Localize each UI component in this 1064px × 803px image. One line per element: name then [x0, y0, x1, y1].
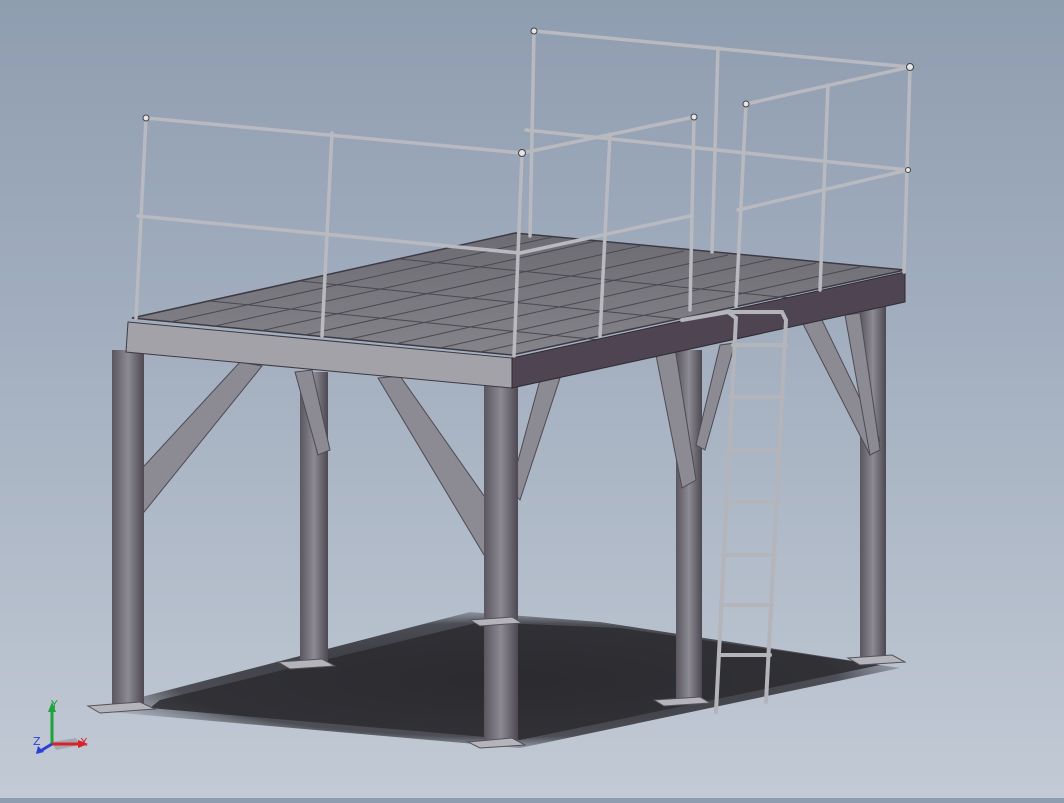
x-axis-label: X — [80, 736, 88, 749]
z-axis-icon — [41, 742, 53, 752]
platform-model — [86, 27, 914, 749]
cad-viewport[interactable] — [0, 0, 1064, 798]
coordinate-triad: Y X Z — [30, 698, 100, 758]
y-axis-label: Y — [51, 698, 58, 711]
z-axis-label: Z — [33, 735, 41, 748]
